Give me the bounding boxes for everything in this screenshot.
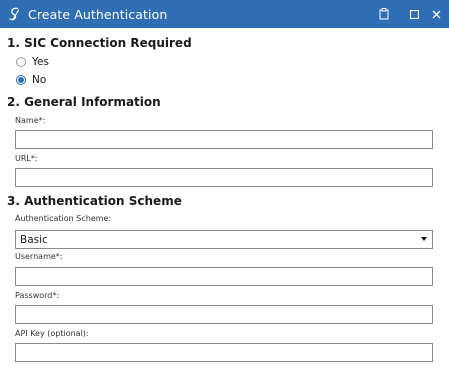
name-label: Name*:: [15, 116, 46, 125]
api-key-field[interactable]: [15, 343, 433, 362]
url-field[interactable]: [15, 168, 433, 187]
authentication-scheme-select[interactable]: Basic: [15, 230, 433, 249]
radio-option-yes[interactable]: Yes: [16, 56, 49, 68]
radio-label-yes: Yes: [32, 56, 49, 68]
username-label: Username*:: [15, 252, 63, 261]
window-controls: [371, 0, 445, 28]
clipboard-icon[interactable]: [375, 5, 393, 23]
scheme-selected-value: Basic: [20, 233, 48, 246]
scheme-label: Authentication Scheme:: [15, 214, 112, 223]
section-title-general: 2. General Information: [7, 95, 161, 109]
radio-option-no[interactable]: No: [16, 74, 46, 86]
window-title: Create Authentication: [28, 6, 168, 22]
password-label: Password*:: [15, 291, 60, 300]
api-key-label: API Key (optional):: [15, 329, 89, 338]
close-icon[interactable]: [427, 5, 445, 23]
chevron-down-icon: [421, 237, 427, 241]
section-title-sic: 1. SIC Connection Required: [7, 36, 192, 50]
maximize-icon[interactable]: [405, 5, 423, 23]
swirl-logo-icon: [6, 6, 22, 22]
window-titlebar: Create Authentication: [0, 0, 449, 28]
radio-button-no[interactable]: [16, 75, 26, 85]
username-field[interactable]: [15, 267, 433, 286]
password-field[interactable]: [15, 305, 433, 324]
section-title-auth: 3. Authentication Scheme: [7, 194, 182, 208]
name-field[interactable]: [15, 130, 433, 149]
url-label: URL*:: [15, 154, 38, 163]
radio-button-yes[interactable]: [16, 57, 26, 67]
radio-label-no: No: [32, 74, 47, 86]
